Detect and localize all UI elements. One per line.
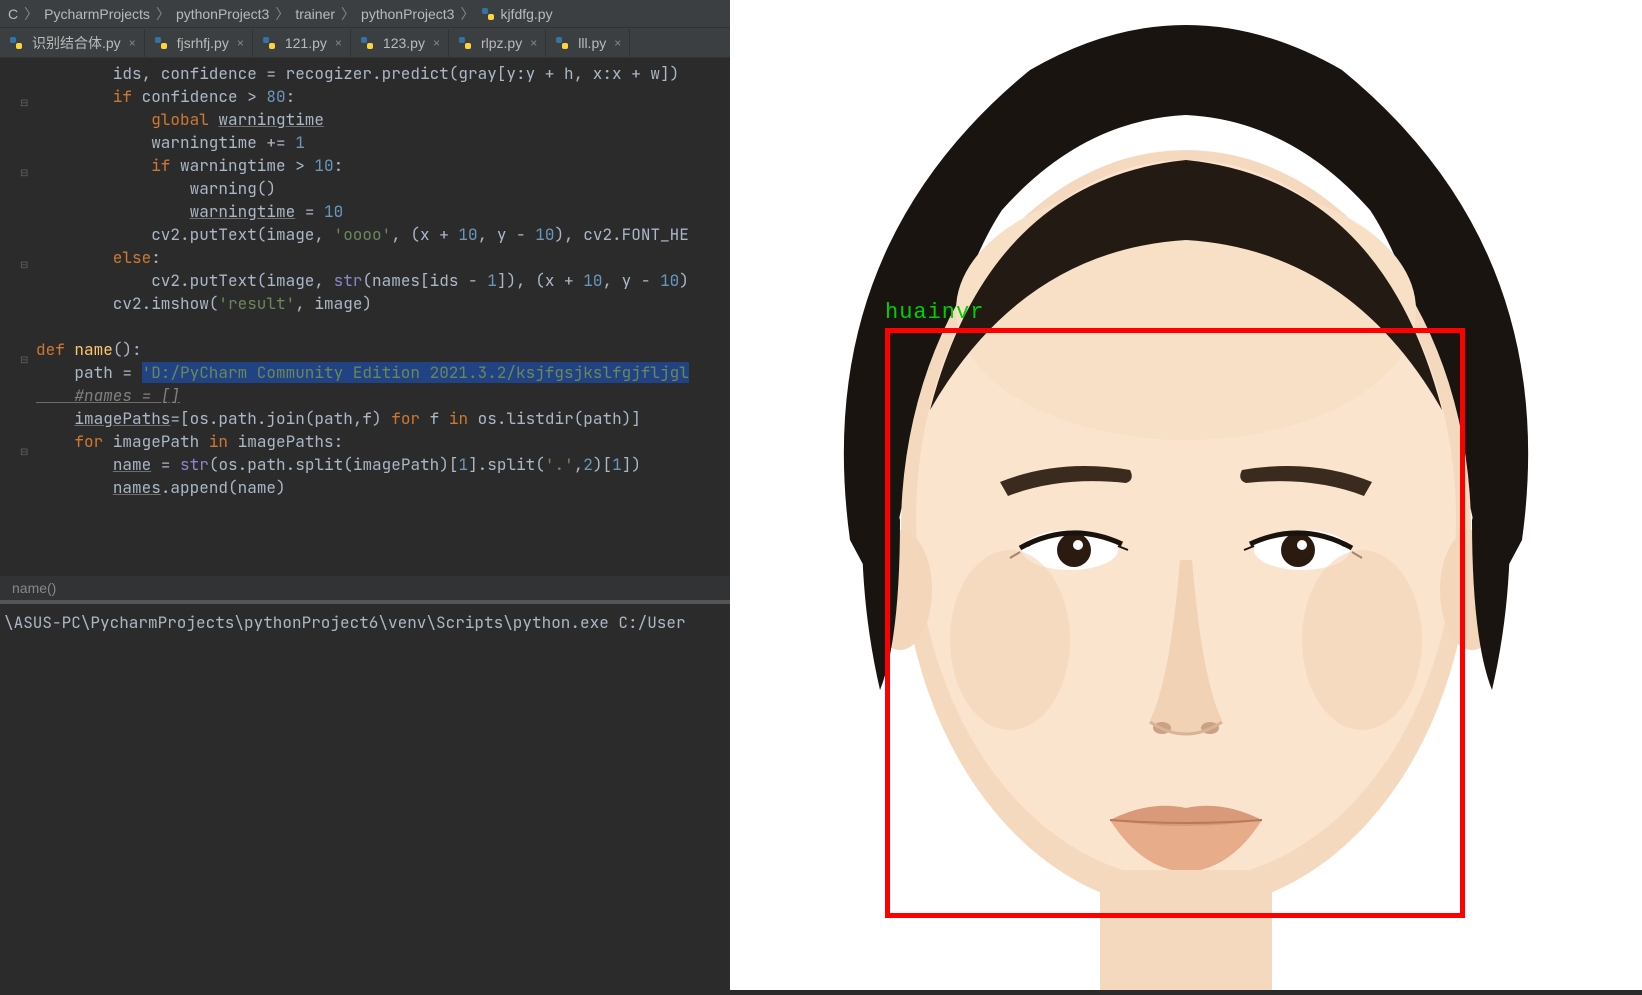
detection-rect (885, 328, 1465, 918)
fold-icon[interactable]: ⊟ (20, 161, 30, 171)
code-editor[interactable]: ⊟ ⊟ ⊟ ⊟ ⊟ ids, confidence = recogizer.pr… (0, 58, 730, 576)
tab-label: fjsrhfj.py (177, 35, 229, 51)
close-icon[interactable]: × (433, 36, 440, 50)
crumb-file[interactable]: kjfdfg.py (480, 6, 552, 22)
fold-icon[interactable]: ⊟ (20, 253, 30, 263)
result-window: huainvr (730, 0, 1642, 990)
breadcrumb-sep: 〉 (24, 4, 38, 24)
breadcrumb-sep: 〉 (341, 4, 355, 24)
tab-file[interactable]: fjsrhfj.py × (145, 29, 253, 57)
tab-file[interactable]: lll.py × (546, 29, 630, 57)
code-line: cv2.putText(image, 'oooo', (x + 10, y - … (36, 223, 730, 246)
tab-file[interactable]: 识别结合体.py × (0, 29, 145, 57)
python-file-icon (457, 35, 473, 51)
code-line: name = str(os.path.split(imagePath)[1].s… (36, 453, 730, 476)
console-output[interactable]: \ASUS-PC\PycharmProjects\pythonProject6\… (0, 604, 730, 641)
code-line: else: (36, 246, 730, 269)
crumb-item[interactable]: pythonProject3 (361, 6, 454, 22)
ide-pane: C 〉 PycharmProjects 〉 pythonProject3 〉 t… (0, 0, 730, 990)
python-file-icon (8, 35, 24, 51)
python-file-icon (359, 35, 375, 51)
crumb-item[interactable]: PycharmProjects (44, 6, 150, 22)
python-file-icon (261, 35, 277, 51)
editor-gutter: ⊟ ⊟ ⊟ ⊟ ⊟ (0, 58, 30, 576)
code-line: warning() (36, 177, 730, 200)
close-icon[interactable]: × (129, 36, 136, 50)
tab-file[interactable]: 121.py × (253, 29, 351, 57)
fold-icon[interactable]: ⊟ (20, 440, 30, 450)
python-file-icon (153, 35, 169, 51)
fold-icon[interactable]: ⊟ (20, 348, 30, 358)
close-icon[interactable]: × (530, 36, 537, 50)
code-line: if confidence > 80: (36, 85, 730, 108)
close-icon[interactable]: × (237, 36, 244, 50)
fold-icon[interactable]: ⊟ (20, 91, 30, 101)
tab-label: 121.py (285, 35, 327, 51)
close-icon[interactable]: × (335, 36, 342, 50)
tab-file[interactable]: 123.py × (351, 29, 449, 57)
crumb-item[interactable]: trainer (295, 6, 335, 22)
code-line (36, 315, 730, 338)
breadcrumb-sep: 〉 (275, 4, 289, 24)
method-crumb-label: name() (12, 580, 56, 596)
code-line: global warningtime (36, 108, 730, 131)
tab-label: rlpz.py (481, 35, 522, 51)
code-line: def name(): (36, 338, 730, 361)
code-line: if warningtime > 10: (36, 154, 730, 177)
tab-label: 识别结合体.py (32, 33, 121, 53)
crumb-file-label: kjfdfg.py (500, 6, 552, 22)
python-file-icon (554, 35, 570, 51)
python-file-icon (480, 6, 496, 22)
tab-label: lll.py (578, 35, 606, 51)
code-line: #names = [] (36, 384, 730, 407)
tab-label: 123.py (383, 35, 425, 51)
console: \ASUS-PC\PycharmProjects\pythonProject6\… (0, 600, 730, 990)
code-line: path = 'D:/PyCharm Community Edition 202… (36, 361, 730, 384)
code-content: ids, confidence = recogizer.predict(gray… (0, 62, 730, 499)
editor-tabs: 识别结合体.py × fjsrhfj.py × 121.py × 123.py … (0, 28, 730, 58)
breadcrumb-sep: 〉 (460, 4, 474, 24)
detection-label: huainvr (885, 300, 984, 325)
breadcrumb-sep: 〉 (156, 4, 170, 24)
code-line: names.append(name) (36, 476, 730, 499)
close-icon[interactable]: × (614, 36, 621, 50)
code-line: warningtime += 1 (36, 131, 730, 154)
crumb-item[interactable]: pythonProject3 (176, 6, 269, 22)
code-line: cv2.imshow('result', image) (36, 292, 730, 315)
code-line: imagePaths=[os.path.join(path,f) for f i… (36, 407, 730, 430)
code-line: for imagePath in imagePaths: (36, 430, 730, 453)
tab-file[interactable]: rlpz.py × (449, 29, 546, 57)
method-breadcrumb[interactable]: name() (0, 576, 730, 600)
breadcrumb: C 〉 PycharmProjects 〉 pythonProject3 〉 t… (0, 0, 730, 28)
code-line: cv2.putText(image, str(names[ids - 1]), … (36, 269, 730, 292)
code-line: warningtime = 10 (36, 200, 730, 223)
code-line: ids, confidence = recogizer.predict(gray… (36, 62, 730, 85)
crumb-root[interactable]: C (8, 6, 18, 22)
